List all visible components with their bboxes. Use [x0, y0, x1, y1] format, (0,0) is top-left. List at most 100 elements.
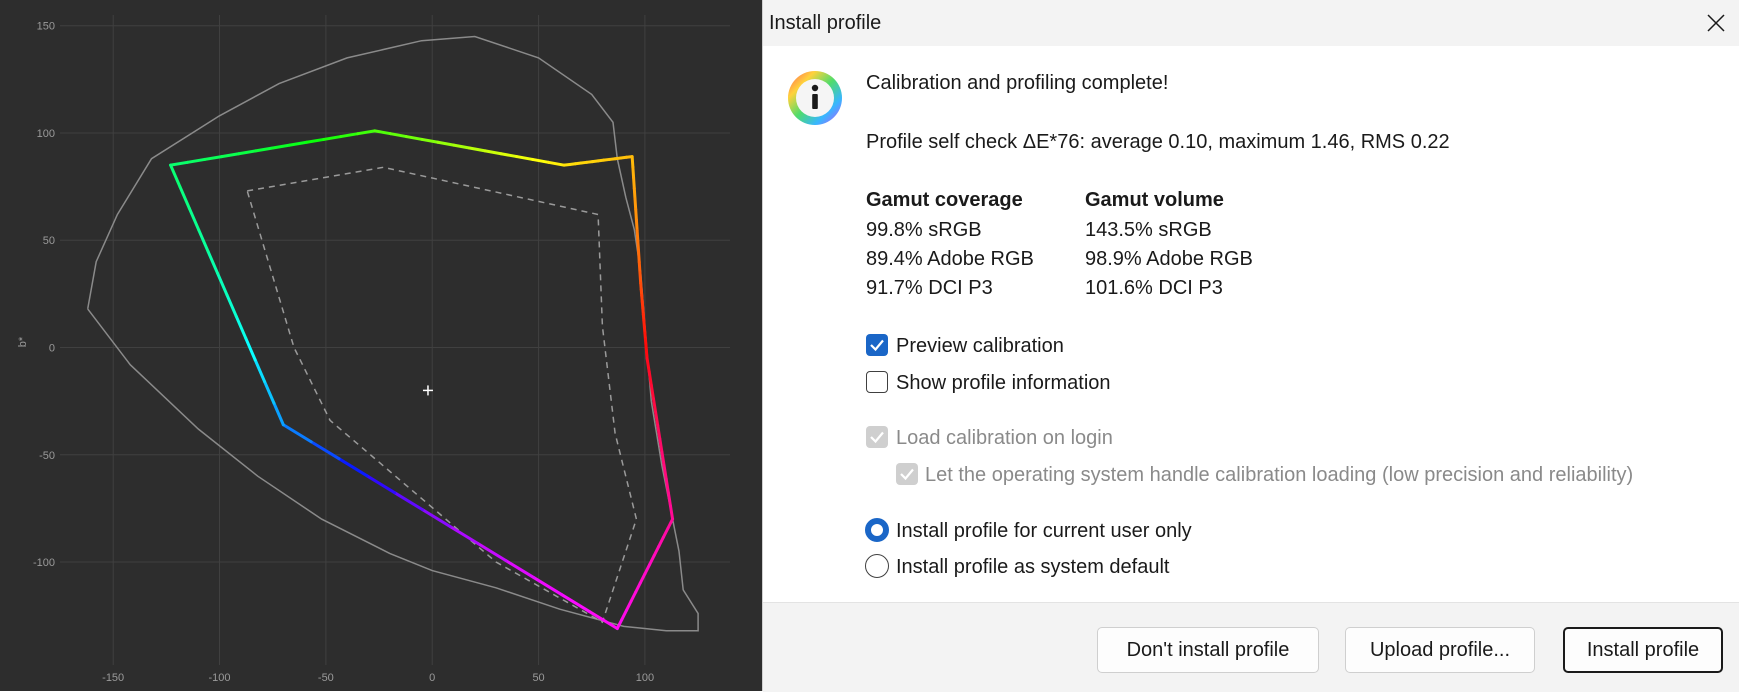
x-tick-label: -150	[102, 672, 124, 684]
checkmark-icon	[900, 468, 914, 481]
x-tick-label: -100	[209, 672, 231, 684]
load-calibration-checkbox	[866, 426, 888, 448]
display-gamut-segment	[647, 370, 653, 387]
y-tick-label: -100	[33, 557, 55, 569]
install-profile-button[interactable]: Install profile	[1563, 627, 1723, 673]
display-gamut-segment	[288, 140, 309, 147]
upload-profile-button[interactable]: Upload profile...	[1345, 627, 1535, 673]
display-gamut-segment	[651, 396, 658, 414]
display-gamut-segment	[169, 160, 190, 167]
os-handle-calibration-checkbox	[896, 463, 918, 485]
display-gamut-segment	[638, 271, 643, 285]
display-gamut-segment	[635, 228, 640, 243]
display-gamut-segment	[365, 474, 397, 495]
display-gamut-segment	[662, 463, 668, 481]
display-gamut-segment	[546, 160, 566, 167]
coverage-srgb: 99.8% sRGB	[866, 219, 982, 241]
display-gamut-segment	[615, 617, 624, 631]
display-gamut-segment	[668, 504, 675, 521]
checkmark-icon	[870, 339, 884, 352]
display-gamut-segment	[244, 336, 257, 362]
display-gamut-segment	[515, 155, 535, 161]
display-gamut-segment	[632, 186, 637, 201]
install-system-default-label[interactable]: Install profile as system default	[896, 556, 1169, 579]
install-current-user-label[interactable]: Install profile for current user only	[896, 520, 1192, 543]
display-gamut-segment	[632, 176, 636, 190]
volume-adobe-rgb: 98.9% Adobe RGB	[1085, 248, 1253, 270]
display-gamut-segment	[393, 491, 424, 512]
close-icon	[1707, 14, 1725, 32]
display-gamut-segment	[272, 401, 285, 427]
display-gamut-segment	[452, 143, 471, 150]
display-gamut-segment	[420, 137, 440, 144]
display-gamut-segment	[436, 140, 456, 147]
x-tick-label: 50	[532, 672, 544, 684]
display-gamut-segment	[652, 544, 661, 558]
display-gamut-segment	[234, 315, 248, 340]
display-gamut-segment	[263, 379, 276, 405]
display-gamut-segment	[666, 490, 672, 508]
display-gamut-segment	[620, 608, 628, 621]
display-gamut-segment	[664, 477, 670, 494]
display-gamut-segment	[404, 135, 424, 141]
close-button[interactable]	[1693, 0, 1739, 46]
display-gamut-segment	[648, 554, 656, 567]
display-gamut-segment	[237, 149, 258, 156]
display-gamut-segment	[631, 165, 636, 180]
display-gamut-segment	[637, 260, 642, 275]
install-current-user-radio[interactable]	[865, 518, 889, 542]
display-gamut-segment	[637, 250, 641, 264]
dont-install-button[interactable]: Don't install profile	[1097, 627, 1319, 673]
display-gamut-segment	[216, 271, 229, 297]
gamut-coverage-header: Gamut coverage	[866, 189, 1023, 211]
display-gamut-segment	[666, 517, 675, 530]
display-gamut-segment	[206, 250, 220, 275]
display-gamut-segment	[657, 535, 665, 548]
y-tick-label: 0	[49, 343, 55, 355]
target-gamut-line	[246, 166, 638, 624]
display-gamut-segment	[661, 526, 670, 539]
display-gamut-segment	[531, 157, 550, 164]
dialog-title: Install profile	[769, 12, 882, 34]
checkmark-icon	[870, 431, 884, 444]
display-gamut-segment	[658, 437, 664, 454]
display-gamut-segment	[643, 563, 652, 576]
preview-calibration-label[interactable]: Preview calibration	[896, 335, 1064, 358]
show-profile-information-label[interactable]: Show profile information	[896, 372, 1111, 395]
display-gamut-segment	[178, 185, 191, 210]
gamut-volume-header: Gamut volume	[1085, 189, 1224, 211]
install-profile-dialog: Install profile Calibration and profilin…	[762, 0, 1739, 692]
y-tick-label: 50	[43, 235, 55, 247]
y-tick-label: -50	[39, 450, 55, 462]
gamut-chart-panel: -150 -100 -50 0 50 100 150 100 50 0 -50 -100 b*	[0, 0, 762, 691]
install-system-default-radio[interactable]	[865, 554, 889, 578]
display-gamut-segment	[634, 218, 639, 232]
title-bar: Install profile	[763, 0, 1739, 46]
coverage-dci-p3: 91.7% DCI P3	[866, 277, 993, 299]
display-gamut-segment	[587, 610, 619, 631]
preview-calibration-checkbox[interactable]	[866, 334, 888, 356]
display-gamut-segment	[656, 423, 662, 441]
x-tick-label: -50	[318, 672, 334, 684]
completion-heading: Calibration and profiling complete!	[866, 72, 1169, 94]
display-gamut-segment	[636, 239, 641, 254]
display-gamut-segment	[169, 163, 182, 189]
display-gamut-segment	[187, 206, 201, 232]
x-tick-label: 0	[429, 672, 435, 684]
y-tick-label: 100	[37, 128, 55, 140]
display-gamut-segment	[645, 356, 651, 374]
display-gamut-segment	[389, 132, 408, 139]
display-gamut-segment	[649, 383, 655, 400]
y-tick-label: 150	[37, 21, 55, 33]
display-gamut-segment	[638, 572, 647, 585]
display-gamut-segment	[630, 155, 635, 169]
y-axis-label: b*	[17, 336, 29, 347]
self-check-text: Profile self check ΔE*76: average 0.10, …	[866, 131, 1450, 153]
display-gamut-segment	[448, 525, 480, 546]
display-gamut-segment	[253, 358, 267, 383]
display-gamut-segment	[654, 410, 660, 427]
show-profile-information-checkbox[interactable]	[866, 371, 888, 393]
display-gamut-segment	[337, 457, 369, 478]
x-tick-label: 100	[636, 672, 654, 684]
display-gamut-segment	[309, 440, 341, 461]
